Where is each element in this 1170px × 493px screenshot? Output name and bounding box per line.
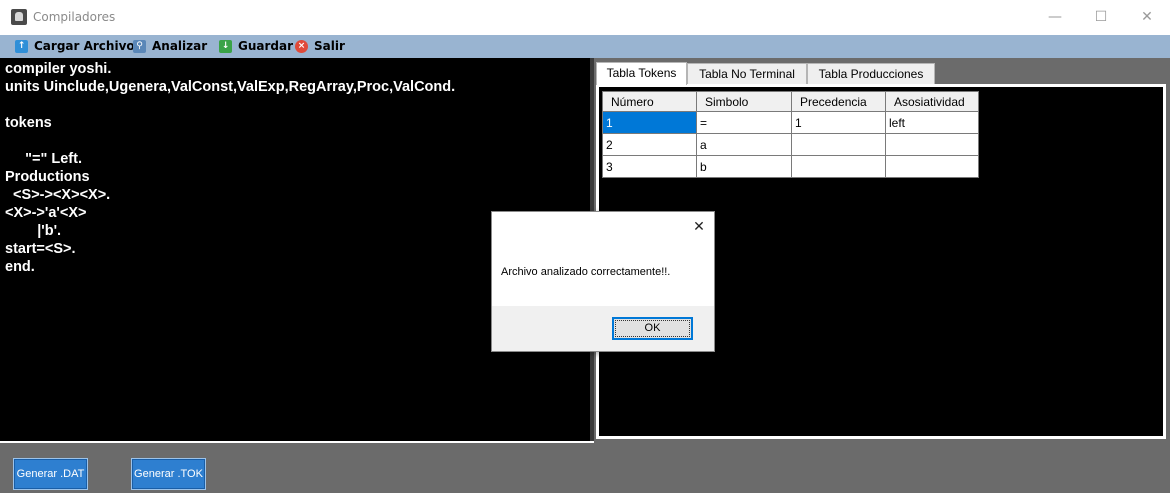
tab-tabla-tokens[interactable]: Tabla Tokens [596, 62, 687, 85]
column-header-numero[interactable]: Número [602, 91, 697, 112]
window-title: Compiladores [33, 10, 116, 24]
dialog-message: Archivo analizado correctamente!!. [501, 266, 671, 278]
magnifier-icon: ⚲ [133, 40, 146, 53]
table-cell[interactable] [791, 133, 886, 156]
menu-label-guardar: Guardar [238, 39, 294, 53]
app-icon [11, 9, 27, 25]
generar-dat-button[interactable]: Generar .DAT [13, 458, 88, 490]
table-cell[interactable] [885, 155, 979, 178]
table-cell[interactable]: 3 [602, 155, 697, 178]
table-row[interactable]: 2 a [602, 133, 979, 156]
title-bar: Compiladores — ☐ ✕ [0, 0, 1170, 35]
tab-tabla-no-terminal[interactable]: Tabla No Terminal [687, 63, 807, 84]
tokens-grid[interactable]: Número Simbolo Precedencia Asosiatividad… [602, 91, 979, 178]
menu-bar: ↑ Cargar Archivo ⚲ Analizar ↓ Guardar × … [0, 35, 1170, 58]
table-row[interactable]: 1 = 1 left [602, 111, 979, 134]
minimize-button[interactable]: — [1032, 0, 1078, 35]
table-cell[interactable]: a [696, 133, 792, 156]
table-cell[interactable]: 1 [791, 111, 886, 134]
message-dialog: ✕ Archivo analizado correctamente!!. OK [491, 211, 715, 352]
generar-tok-button[interactable]: Generar .TOK [131, 458, 206, 490]
table-cell[interactable]: 1 [602, 111, 697, 134]
table-cell[interactable]: left [885, 111, 979, 134]
dialog-close-button[interactable]: ✕ [690, 218, 708, 236]
menu-analizar[interactable]: ⚲ Analizar [133, 35, 207, 58]
table-cell[interactable]: b [696, 155, 792, 178]
ok-button[interactable]: OK [612, 317, 693, 340]
maximize-button[interactable]: ☐ [1078, 0, 1124, 35]
table-row[interactable]: 3 b [602, 155, 979, 178]
upload-icon: ↑ [15, 40, 28, 53]
menu-label-salir: Salir [314, 39, 345, 53]
tab-tabla-producciones[interactable]: Tabla Producciones [807, 63, 935, 84]
column-header-asosiatividad[interactable]: Asosiatividad [885, 91, 979, 112]
menu-salir[interactable]: × Salir [295, 35, 345, 58]
exit-icon: × [295, 40, 308, 53]
table-cell[interactable]: = [696, 111, 792, 134]
column-header-precedencia[interactable]: Precedencia [791, 91, 886, 112]
table-cell[interactable] [885, 133, 979, 156]
grid-header-row: Número Simbolo Precedencia Asosiatividad [602, 91, 979, 112]
menu-label-analizar: Analizar [152, 39, 208, 53]
save-icon: ↓ [219, 40, 232, 53]
close-window-button[interactable]: ✕ [1124, 0, 1170, 35]
column-header-simbolo[interactable]: Simbolo [696, 91, 792, 112]
table-cell[interactable] [791, 155, 886, 178]
menu-guardar[interactable]: ↓ Guardar [219, 35, 293, 58]
dialog-footer: OK [492, 306, 714, 351]
table-cell[interactable]: 2 [602, 133, 697, 156]
menu-label-cargar: Cargar Archivo [34, 39, 135, 53]
menu-cargar-archivo[interactable]: ↑ Cargar Archivo [15, 35, 135, 58]
